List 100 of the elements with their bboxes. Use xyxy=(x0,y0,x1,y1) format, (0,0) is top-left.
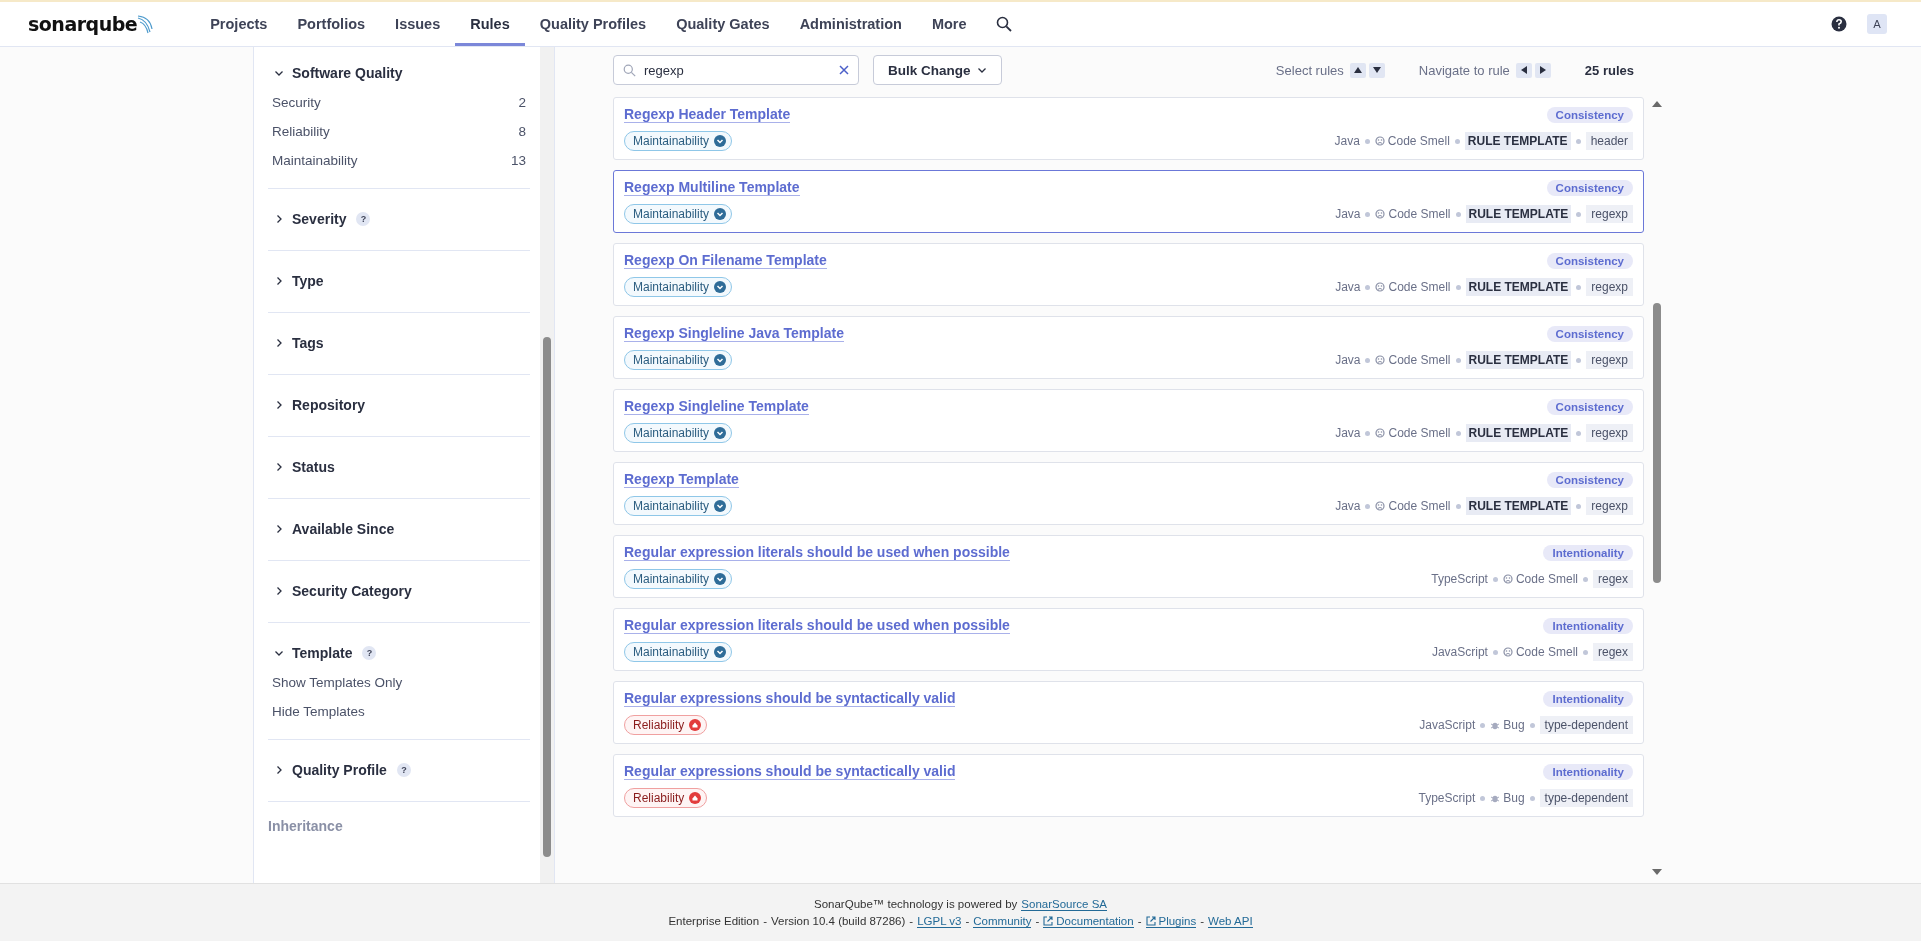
rule-card[interactable]: Regular expressions should be syntactically valid Intentionality Reliability JavaScript Bug type-dependent xyxy=(613,681,1644,744)
software-quality-badge[interactable]: Reliability xyxy=(624,715,708,735)
rule-title-link[interactable]: Regexp On Filename Template xyxy=(624,252,827,269)
facet-header[interactable]: Security Category xyxy=(268,583,412,599)
template-tag: RULE TEMPLATE xyxy=(1465,497,1572,515)
rule-title-link[interactable]: Regexp Header Template xyxy=(624,106,791,123)
facet-item[interactable]: Maintainability 13 xyxy=(268,153,530,168)
facet-item[interactable]: Show Templates Only xyxy=(268,675,530,690)
facet-item[interactable]: Hide Templates xyxy=(268,704,530,719)
rule-title-link[interactable]: Regular expression literals should be used when possible xyxy=(624,617,1010,634)
nav-tab[interactable]: Portfolios xyxy=(282,2,381,46)
nav-tab[interactable]: More xyxy=(916,2,982,46)
rule-type-label: Code Smell xyxy=(1388,426,1451,440)
footer-link[interactable]: Community xyxy=(973,914,1032,928)
rule-tag: header xyxy=(1585,132,1633,150)
rule-card[interactable]: Regexp Singleline Template Consistency Maintainability Java Code Smell RULE TEMPLATE regexp xyxy=(613,389,1644,452)
chevron-circle-icon xyxy=(714,208,727,220)
separator-dot xyxy=(1455,430,1461,436)
rule-title-link[interactable]: Regular expressions should be syntactically valid xyxy=(624,763,956,780)
help-badge[interactable]: ? xyxy=(356,212,371,226)
clear-icon[interactable] xyxy=(839,65,849,75)
facet-header[interactable]: Tags xyxy=(268,335,324,351)
nav-tab[interactable]: Quality Profiles xyxy=(524,2,662,46)
bulk-change-button[interactable]: Bulk Change xyxy=(873,55,1002,85)
footer-link[interactable]: Web API xyxy=(1208,914,1253,928)
up-key-icon xyxy=(1349,62,1366,78)
logo-text[interactable]: sonarqube xyxy=(28,13,138,35)
nav-tab[interactable]: Issues xyxy=(380,2,456,46)
template-tag: RULE TEMPLATE xyxy=(1464,132,1571,150)
separator-dot xyxy=(1455,503,1461,509)
scroll-up-icon[interactable] xyxy=(1652,101,1662,107)
facet-header[interactable]: Type xyxy=(268,273,324,289)
scrollbar-thumb[interactable] xyxy=(543,337,551,857)
scrollbar-thumb[interactable] xyxy=(1653,303,1661,583)
help-badge[interactable]: ? xyxy=(362,646,377,660)
software-quality-badge[interactable]: Maintainability xyxy=(624,131,733,151)
software-quality-badge[interactable]: Maintainability xyxy=(624,204,733,224)
scroll-down-icon[interactable] xyxy=(1652,869,1662,875)
footer-link[interactable]: Plugins xyxy=(1145,914,1197,928)
language-label: Java xyxy=(1335,207,1361,221)
rule-card[interactable]: Regexp On Filename Template Consistency Maintainability Java Code Smell RULE TEMPLATE regexp xyxy=(613,243,1644,306)
nav-tab[interactable]: Quality Gates xyxy=(661,2,785,46)
software-quality-badge[interactable]: Maintainability xyxy=(624,423,733,443)
facet-header[interactable]: Quality Profile ? xyxy=(268,762,411,778)
facet-header[interactable]: Repository xyxy=(268,397,366,413)
rule-card[interactable]: Regular expressions should be syntactically valid Intentionality Reliability TypeScript Bug type-dependent xyxy=(613,754,1644,817)
footer-text: - xyxy=(909,915,914,927)
smiley-sad-icon xyxy=(1374,136,1385,146)
clean-code-attribute-tag: Intentionality xyxy=(1543,544,1633,561)
clean-code-attribute-tag: Consistency xyxy=(1546,325,1633,342)
footer-text: Enterprise Edition xyxy=(668,915,760,927)
software-quality-badge[interactable]: Maintainability xyxy=(624,642,733,662)
rule-title-link[interactable]: Regexp Multiline Template xyxy=(624,179,800,196)
search-icon[interactable] xyxy=(995,16,1012,32)
rule-card[interactable]: Regular expression literals should be used when possible Intentionality Maintainability JavaScript Code Smell regex xyxy=(613,608,1644,671)
language-label: Java xyxy=(1334,134,1360,148)
footer-text: Version 10.4 (build 87286) xyxy=(771,915,906,927)
language-label: TypeScript xyxy=(1418,791,1476,805)
rule-title-link[interactable]: Regular expressions should be syntactically valid xyxy=(624,690,956,707)
facet-header[interactable]: Severity ? xyxy=(268,211,371,227)
rule-card[interactable]: Regexp Template Consistency Maintainability Java Code Smell RULE TEMPLATE regexp xyxy=(613,462,1644,525)
chevron-circle-icon xyxy=(714,354,727,366)
facet-header[interactable]: Available Since xyxy=(268,521,395,537)
smiley-sad-icon xyxy=(1375,355,1386,365)
facet-item[interactable]: Reliability 8 xyxy=(268,124,530,139)
help-badge[interactable]: ? xyxy=(396,763,411,777)
clean-code-attribute-tag: Intentionality xyxy=(1543,763,1633,780)
rule-type-label: Code Smell xyxy=(1388,207,1451,221)
rule-title-link[interactable]: Regexp Template xyxy=(624,471,739,488)
rule-title-link[interactable]: Regexp Singleline Java Template xyxy=(624,325,844,342)
software-quality-badge[interactable]: Reliability xyxy=(624,788,708,808)
rule-card[interactable]: Regexp Singleline Java Template Consistency Maintainability Java Code Smell RULE TEMPLATE regexp xyxy=(613,316,1644,379)
software-quality-badge[interactable]: Maintainability xyxy=(624,496,733,516)
separator-dot xyxy=(1576,284,1582,290)
rule-title-link[interactable]: Regular expression literals should be used when possible xyxy=(624,544,1010,561)
rule-card[interactable]: Regexp Multiline Template Consistency Maintainability Java Code Smell RULE TEMPLATE regexp xyxy=(613,170,1644,233)
rules-count: 25 rules xyxy=(1584,62,1634,78)
facet-header[interactable]: Status xyxy=(268,459,335,475)
separator-dot xyxy=(1582,649,1588,655)
language-label: Java xyxy=(1335,499,1361,513)
footer-link[interactable]: SonarSource SA xyxy=(1021,897,1107,911)
footer-text: - xyxy=(965,915,970,927)
facet-header[interactable]: Software Quality xyxy=(268,65,403,81)
software-quality-badge[interactable]: Maintainability xyxy=(624,277,733,297)
facet-header[interactable]: Template ? xyxy=(268,645,377,661)
chevron-circle-icon xyxy=(714,135,727,147)
rule-title-link[interactable]: Regexp Singleline Template xyxy=(624,398,809,415)
user-avatar[interactable]: A xyxy=(1867,14,1887,34)
footer-text: - xyxy=(763,915,767,927)
software-quality-badge[interactable]: Maintainability xyxy=(624,350,733,370)
software-quality-badge[interactable]: Maintainability xyxy=(624,569,733,589)
footer-link[interactable]: LGPL v3 xyxy=(917,914,962,928)
rule-card[interactable]: Regular expression literals should be used when possible Intentionality Maintainability TypeScript Code Smell regex xyxy=(613,535,1644,598)
nav-tab[interactable]: Administration xyxy=(784,2,917,46)
search-field[interactable]: regexp xyxy=(613,55,859,85)
footer-link[interactable]: Documentation xyxy=(1043,914,1134,928)
help-icon[interactable] xyxy=(1831,16,1847,32)
facet-item[interactable]: Security 2 xyxy=(268,95,530,110)
rule-card[interactable]: Regexp Header Template Consistency Maintainability Java Code Smell RULE TEMPLATE header xyxy=(613,97,1644,160)
nav-tab[interactable]: Projects xyxy=(195,2,283,46)
